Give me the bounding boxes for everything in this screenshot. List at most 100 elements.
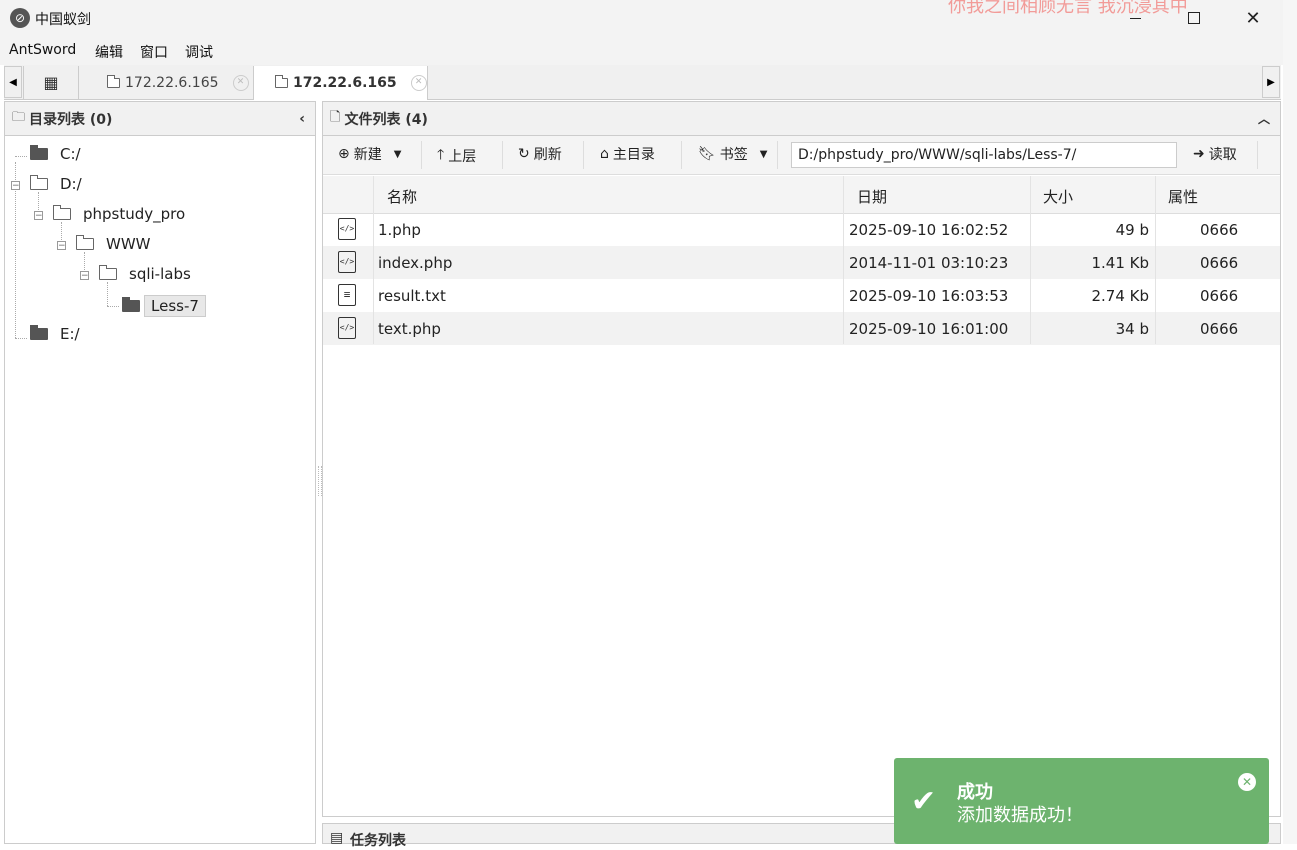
tab-shell-2-active[interactable]: 172.22.6.165 ✕ — [254, 66, 428, 100]
refresh-button[interactable]: ↻ 刷新 — [518, 144, 562, 164]
column-divider — [843, 176, 844, 344]
tree-node-www[interactable]: WWW — [76, 235, 151, 253]
file-row[interactable]: </> index.php 2014-11-01 03:10:23 1.41 K… — [323, 246, 1280, 279]
tree-node-label: E:/ — [60, 325, 80, 343]
file-date: 2025-09-10 16:03:53 — [849, 287, 1009, 305]
grid-icon: ▦ — [43, 73, 59, 92]
column-header-date[interactable]: 日期 — [857, 186, 887, 207]
tab-scroll-right-button[interactable]: ▶ — [1262, 66, 1280, 98]
arrow-up-icon: 🡑 — [437, 147, 445, 163]
folder-outline-icon: 🗀 — [12, 109, 26, 125]
bookmark-button[interactable]: 🔖︎ 书签 ▼ — [698, 144, 767, 164]
tree-line — [15, 338, 27, 339]
collapse-toggle-icon[interactable]: − — [34, 211, 43, 221]
column-header-size[interactable]: 大小 — [1043, 186, 1073, 207]
success-toast: ✔ 成功 添加数据成功！ ✕ — [894, 758, 1269, 844]
up-button[interactable]: 🡑 上层 — [437, 144, 476, 168]
home-icon: ⌂ — [600, 146, 609, 162]
collapse-toggle-icon[interactable]: − — [80, 271, 89, 281]
folder-icon — [30, 325, 48, 340]
file-name: index.php — [378, 254, 453, 272]
file-row[interactable]: </> text.php 2025-09-10 16:01:00 34 b 06… — [323, 312, 1280, 345]
toast-close-icon[interactable]: ✕ — [1238, 773, 1256, 791]
directory-panel-title: 目录列表 (0) — [29, 111, 113, 128]
tab-shell-1[interactable]: 172.22.6.165 ✕ — [79, 66, 254, 99]
refresh-icon: ↻ — [518, 146, 530, 162]
menu-edit[interactable]: 编辑 — [95, 42, 123, 62]
plus-circle-icon: ⊕ — [338, 146, 350, 162]
text-file-icon: ≡ — [338, 284, 356, 306]
file-size: 1.41 Kb — [1091, 254, 1149, 272]
folder-open-icon — [76, 235, 94, 250]
tree-node-sqli-labs[interactable]: sqli-labs — [99, 265, 191, 283]
folder-open-icon — [99, 265, 117, 280]
tab-close-icon[interactable]: ✕ — [410, 75, 427, 91]
file-size: 34 b — [1115, 320, 1149, 338]
tab-scroll-left-button[interactable]: ◀ — [4, 66, 22, 98]
tree-node-less-7-selected[interactable]: Less-7 — [122, 295, 206, 317]
menu-debug[interactable]: 调试 — [185, 42, 213, 62]
menu-window[interactable]: 窗口 — [140, 42, 168, 62]
tab-home[interactable]: ▦ — [23, 66, 79, 99]
chevron-up-icon[interactable]: ︿ — [1258, 110, 1270, 127]
new-button[interactable]: ⊕ 新建 ▼ — [338, 144, 401, 164]
close-window-button[interactable]: ✕ — [1223, 0, 1283, 36]
up-button-label: 上层 — [448, 149, 477, 165]
menu-antsword[interactable]: AntSword — [9, 42, 76, 58]
folder-open-icon — [53, 205, 71, 220]
file-panel-title: 文件列表 (4) — [344, 111, 428, 128]
close-icon: ✕ — [1245, 7, 1261, 29]
column-header-name[interactable]: 名称 — [387, 186, 417, 207]
tab-label: 172.22.6.165 — [293, 75, 397, 91]
tab-close-icon[interactable]: ✕ — [232, 74, 249, 91]
maximize-button[interactable] — [1164, 0, 1224, 36]
toolbar-separator — [1257, 141, 1258, 169]
tree-node-e[interactable]: E:/ — [30, 325, 80, 343]
file-attr: 0666 — [1200, 320, 1239, 338]
file-name: result.txt — [378, 287, 446, 305]
file-row[interactable]: </> 1.php 2025-09-10 16:02:52 49 b 0666 — [323, 213, 1280, 246]
column-header-attr[interactable]: 属性 — [1168, 186, 1198, 207]
tree-node-label: D:/ — [60, 175, 82, 193]
file-date: 2025-09-10 16:01:00 — [849, 320, 1009, 338]
path-input[interactable] — [791, 142, 1177, 168]
folder-open-icon — [30, 175, 48, 190]
tab-label: 172.22.6.165 — [125, 74, 219, 91]
home-button[interactable]: ⌂ 主目录 — [600, 144, 655, 164]
maximize-icon — [1188, 12, 1200, 24]
collapse-toggle-icon[interactable]: − — [11, 181, 20, 191]
caret-down-icon: ▼ — [393, 148, 402, 160]
tree-line — [107, 282, 108, 306]
file-name: text.php — [378, 320, 441, 338]
folder-icon — [107, 74, 120, 88]
column-divider — [1155, 176, 1156, 344]
antsword-logo-icon: ⊘ — [10, 8, 30, 28]
tree-line — [107, 306, 119, 307]
bookmark-button-label: 书签 — [719, 147, 748, 163]
minimize-button[interactable] — [1105, 0, 1165, 36]
code-file-icon: </> — [338, 251, 356, 273]
folder-icon — [30, 145, 48, 160]
file-size: 49 b — [1115, 221, 1149, 239]
read-button[interactable]: ➜ 读取 — [1193, 144, 1237, 164]
toolbar-separator — [681, 141, 682, 169]
file-row[interactable]: ≡ result.txt 2025-09-10 16:03:53 2.74 Kb… — [323, 279, 1280, 312]
new-button-label: 新建 — [353, 147, 382, 163]
caret-down-icon: ▼ — [759, 148, 768, 160]
collapse-toggle-icon[interactable]: − — [57, 241, 66, 251]
file-date: 2014-11-01 03:10:23 — [849, 254, 1009, 272]
toolbar-separator — [421, 141, 422, 169]
file-name: 1.php — [378, 221, 421, 239]
file-outline-icon: 🗋 — [330, 109, 341, 125]
check-icon: ✔ — [911, 784, 937, 819]
collapse-panel-icon[interactable]: ‹ — [299, 111, 305, 127]
tree-node-label: sqli-labs — [129, 265, 191, 283]
tree-node-d[interactable]: D:/ — [30, 175, 82, 193]
file-attr: 0666 — [1200, 221, 1239, 239]
tree-node-phpstudy-pro[interactable]: phpstudy_pro — [53, 205, 185, 223]
column-divider — [373, 176, 374, 344]
window-edge — [1283, 0, 1297, 844]
tree-node-c[interactable]: C:/ — [30, 145, 81, 163]
caret-right-icon: ▶ — [1267, 76, 1275, 88]
caret-left-icon: ◀ — [9, 76, 17, 88]
